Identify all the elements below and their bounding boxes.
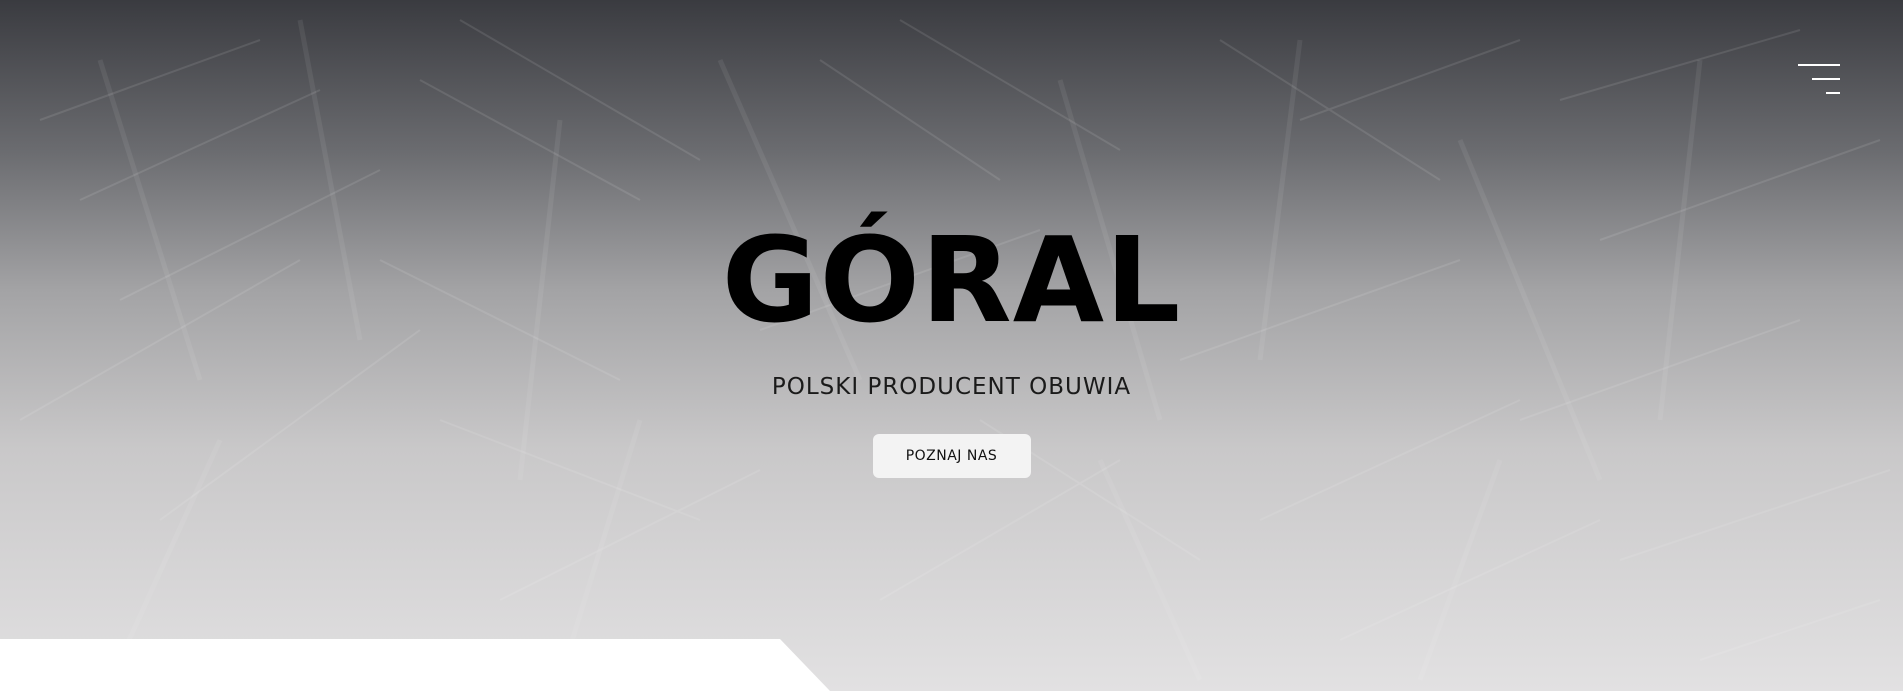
hero-section: GÓRAL POLSKI PRODUCENT OBUWIA POZNAJ NAS xyxy=(0,0,1903,691)
menu-line xyxy=(1798,64,1840,66)
poznaj-nas-button[interactable]: POZNAJ NAS xyxy=(872,434,1031,478)
bottom-white-shape xyxy=(0,639,830,691)
brand-title: GÓRAL xyxy=(721,211,1182,349)
menu-line xyxy=(1812,78,1840,80)
hamburger-menu-icon[interactable] xyxy=(1796,62,1840,96)
menu-line xyxy=(1826,92,1840,94)
brand-subtitle: POLSKI PRODUCENT OBUWIA xyxy=(771,374,1132,400)
hero-content: GÓRAL POLSKI PRODUCENT OBUWIA POZNAJ NAS xyxy=(0,210,1903,478)
